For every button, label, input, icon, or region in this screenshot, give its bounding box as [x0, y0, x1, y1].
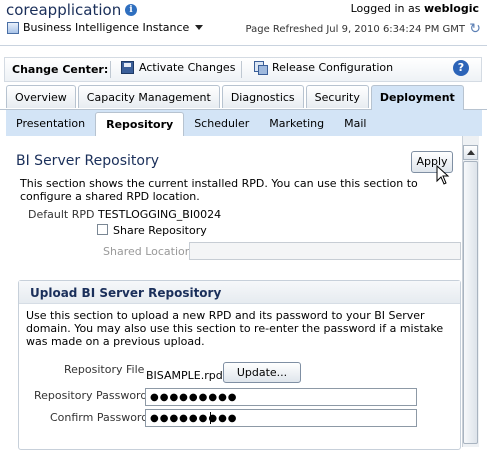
section-description: This section shows the current installed…	[20, 177, 418, 203]
tab-overview[interactable]: Overview	[6, 85, 76, 108]
toolbar-separator	[110, 61, 111, 78]
subtab-repository[interactable]: Repository	[95, 112, 185, 136]
subtab-presentation[interactable]: Presentation	[6, 112, 95, 136]
save-disk-icon	[121, 61, 134, 74]
subtab-marketing[interactable]: Marketing	[259, 112, 334, 136]
upload-title: Upload BI Server Repository	[30, 286, 222, 300]
subtab-mail[interactable]: Mail	[334, 112, 376, 136]
page-refreshed-text: Page Refreshed Jul 9, 2010 6:34:24 PM GM…	[245, 24, 465, 35]
confirm-password-input[interactable]: ●●●●●●●●●	[145, 409, 417, 427]
release-configuration-label: Release Configuration	[272, 61, 394, 74]
section-title: BI Server Repository	[16, 153, 159, 169]
repository-file-value: BISAMPLE.rpd	[146, 369, 223, 382]
subtab-scheduler[interactable]: Scheduler	[184, 112, 259, 136]
username: weblogic	[424, 2, 479, 15]
shared-location-label: Shared Location	[103, 245, 192, 258]
activate-changes-button[interactable]: Activate Changes	[121, 61, 235, 74]
default-rpd-value: TESTLOGGING_BI0024	[98, 208, 222, 221]
help-icon[interactable]: ?	[453, 60, 469, 76]
toolbar-separator	[241, 61, 242, 78]
main-tab-bar: Overview Capacity Management Diagnostics…	[6, 85, 464, 110]
page-right-edge	[479, 136, 487, 447]
share-repository-checkbox[interactable]	[97, 224, 108, 235]
repository-file-label: Repository File	[64, 363, 145, 376]
header-divider	[0, 45, 487, 46]
mouse-cursor-icon	[436, 165, 450, 185]
scroll-up-arrow-icon[interactable]	[463, 145, 478, 160]
app-title: coreapplication	[6, 1, 122, 19]
sub-tab-bar: Presentation Repository Scheduler Market…	[6, 112, 376, 136]
release-configuration-button[interactable]: Release Configuration	[254, 61, 394, 75]
instance-icon	[7, 21, 19, 34]
confirm-password-mask: ●●●●●●●●●	[150, 413, 238, 424]
text-caret	[210, 412, 211, 424]
change-center-label: Change Center:	[12, 63, 109, 76]
default-rpd-label: Default RPD	[28, 208, 95, 221]
upload-description: Use this section to upload a new RPD and…	[26, 309, 444, 348]
tab-capacity-management[interactable]: Capacity Management	[77, 85, 220, 108]
repository-password-input[interactable]: ●●●●●●●●●	[145, 388, 417, 406]
tab-deployment[interactable]: Deployment	[370, 85, 464, 110]
info-icon[interactable]: i	[125, 4, 137, 16]
tab-diagnostics[interactable]: Diagnostics	[221, 85, 304, 108]
share-repository-label[interactable]: Share Repository	[113, 224, 207, 237]
scrollbar-thumb[interactable]	[463, 161, 478, 444]
chevron-down-icon	[195, 25, 204, 30]
shared-location-input[interactable]	[189, 242, 461, 260]
activate-changes-label: Activate Changes	[139, 61, 236, 74]
logged-in-text: Logged in as weblogic	[351, 2, 479, 15]
password-mask: ●●●●●●●●●	[150, 392, 238, 403]
confirm-password-label: Confirm Password	[50, 411, 149, 424]
repository-password-label: Repository Password	[34, 389, 148, 402]
instance-menu[interactable]: Business Intelligence Instance	[7, 21, 204, 34]
update-button[interactable]: Update...	[223, 362, 301, 383]
instance-label: Business Intelligence Instance	[23, 21, 190, 34]
refresh-icon[interactable]: ↻	[469, 21, 481, 37]
release-config-icon	[254, 61, 268, 75]
logged-in-prefix: Logged in as	[350, 2, 421, 15]
tab-security[interactable]: Security	[305, 85, 369, 108]
